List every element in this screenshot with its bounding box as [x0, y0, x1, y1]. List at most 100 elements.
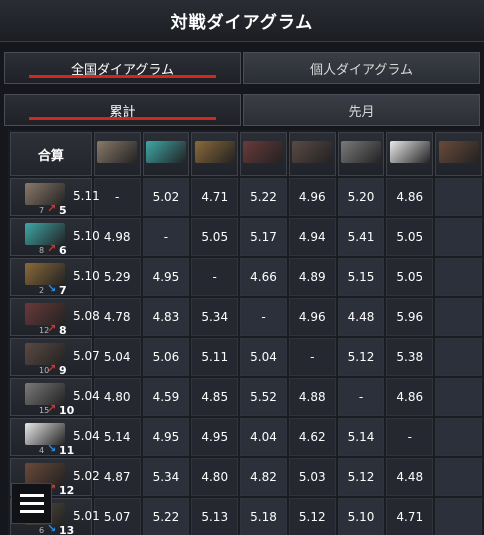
matchup-cell: 5.96	[386, 298, 434, 336]
matchup-cell-overflow	[435, 338, 482, 376]
active-tab-indicator	[29, 117, 216, 120]
column-header[interactable]	[386, 132, 434, 176]
column-header[interactable]	[93, 132, 141, 176]
matchup-cell: 5.10	[337, 498, 385, 535]
matchup-cell: 4.98	[93, 218, 141, 256]
matchup-cell: 5.03	[288, 458, 336, 496]
matchup-cell: 4.96	[288, 178, 336, 216]
previous-rank: 7	[39, 206, 45, 215]
overall-rate: 5.10	[73, 229, 100, 243]
character-portrait-icon	[25, 423, 65, 445]
matchup-cell: 5.13	[191, 498, 239, 535]
row-header[interactable]: 5.04 4 ↘ 11	[10, 418, 100, 457]
overall-rate: 5.02	[73, 469, 100, 483]
matchup-cell-overflow	[435, 178, 482, 216]
matchup-cell: 5.06	[142, 338, 190, 376]
previous-rank: 6	[39, 526, 45, 535]
overall-rate: 5.07	[73, 349, 100, 363]
table-header-row: 合算	[10, 132, 482, 176]
character-portrait-icon	[25, 383, 65, 405]
matchup-cell: 4.87	[93, 458, 141, 496]
hamburger-menu-button[interactable]	[11, 483, 52, 524]
matchup-cell: 5.17	[240, 218, 287, 256]
table-row: 5.10 8 ↗ 6 4.98-5.05 5.17 4.94 5.41 5.05	[10, 218, 482, 257]
rank-down-arrow-icon: ↘	[47, 282, 57, 295]
matchup-cell: 5.20	[337, 178, 385, 216]
matchup-cell: 4.66	[240, 258, 287, 296]
matchup-cell: -	[386, 418, 434, 456]
row-header[interactable]: 5.07 10 ↗ 9	[10, 338, 100, 377]
row-header[interactable]: 5.04 15 ↗ 10	[10, 378, 100, 417]
tab-last-month[interactable]: 先月	[243, 94, 480, 126]
active-tab-indicator	[29, 75, 216, 78]
matchup-cell: 4.82	[240, 458, 287, 496]
character-portrait-icon	[25, 263, 65, 285]
matchup-cell: 5.07	[93, 498, 141, 535]
overall-rate: 5.04	[73, 389, 100, 403]
matchup-cell: 5.05	[386, 218, 434, 256]
current-rank: 12	[59, 484, 75, 497]
row-header[interactable]: 5.08 12 ↗ 8	[10, 298, 100, 337]
tab-national-diagram[interactable]: 全国ダイアグラム	[4, 52, 241, 84]
matchup-cell: 5.15	[337, 258, 385, 296]
row-header[interactable]: 5.11 7 ↗ 5	[10, 178, 100, 217]
column-header[interactable]	[435, 132, 482, 176]
matchup-cell-overflow	[435, 258, 482, 296]
matchup-cell-overflow	[435, 458, 482, 496]
tab-last-month-label: 先月	[348, 104, 375, 120]
current-rank: 5	[59, 204, 67, 217]
row-header[interactable]: 5.10 8 ↗ 6	[10, 218, 100, 257]
current-rank: 8	[59, 324, 67, 337]
matchup-table-container[interactable]: 合算 5.11 7 ↗ 5-5.02 4.71 5.22 4.96 5.20 4.86 5.10 8…	[8, 130, 484, 535]
matchup-cell: 4.62	[288, 418, 336, 456]
column-header[interactable]	[142, 132, 190, 176]
matchup-cell: 4.86	[386, 378, 434, 416]
matchup-cell: 5.14	[93, 418, 141, 456]
matchup-cell: 4.95	[191, 418, 239, 456]
matchup-cell: 5.22	[142, 498, 190, 535]
character-portrait-icon	[25, 343, 65, 365]
menu-line	[19, 502, 44, 505]
column-header[interactable]	[337, 132, 385, 176]
row-header[interactable]: 5.10 2 ↘ 7	[10, 258, 100, 297]
current-rank: 13	[59, 524, 75, 535]
matchup-cell: 4.96	[288, 298, 336, 336]
matchup-cell: 5.34	[191, 298, 239, 336]
character-6-icon	[341, 141, 382, 163]
matchup-cell: 4.89	[288, 258, 336, 296]
tab-personal-diagram[interactable]: 個人ダイアグラム	[243, 52, 480, 84]
matchup-cell: 5.12	[337, 338, 385, 376]
rank-up-arrow-icon: ↗	[47, 402, 57, 415]
matchup-cell: 4.04	[240, 418, 287, 456]
character-5-icon	[292, 141, 333, 163]
matchup-cell: 4.80	[93, 378, 141, 416]
current-rank: 7	[59, 284, 67, 297]
matchup-cell: 4.48	[386, 458, 434, 496]
matchup-cell: 5.38	[386, 338, 434, 376]
overall-rate: 5.11	[73, 189, 100, 203]
column-header[interactable]	[288, 132, 336, 176]
rank-up-arrow-icon: ↗	[47, 362, 57, 375]
column-header[interactable]	[240, 132, 287, 176]
matchup-cell: 4.95	[142, 258, 190, 296]
matchup-cell: 4.59	[142, 378, 190, 416]
character-1-icon	[97, 141, 138, 163]
table-row: 5.04 4 ↘ 11 5.14 4.95 4.95 4.04 4.62 5.14-	[10, 418, 482, 457]
tab-cumulative[interactable]: 累計	[4, 94, 241, 126]
matchup-cell: 5.22	[240, 178, 287, 216]
menu-line	[19, 494, 44, 497]
rank-up-arrow-icon: ↗	[47, 322, 57, 335]
overall-rate: 5.01	[73, 509, 100, 523]
matchup-cell-overflow	[435, 298, 482, 336]
matchup-cell: -	[240, 298, 287, 336]
column-header[interactable]	[191, 132, 239, 176]
previous-rank: 2	[39, 286, 45, 295]
character-3-icon	[194, 141, 235, 163]
current-rank: 6	[59, 244, 67, 257]
corner-label: 合算	[10, 132, 92, 176]
matchup-cell: 4.78	[93, 298, 141, 336]
page-title: 対戦ダイアグラム	[170, 13, 314, 33]
current-rank: 9	[59, 364, 67, 377]
matchup-cell-overflow	[435, 218, 482, 256]
matchup-cell: 5.34	[142, 458, 190, 496]
